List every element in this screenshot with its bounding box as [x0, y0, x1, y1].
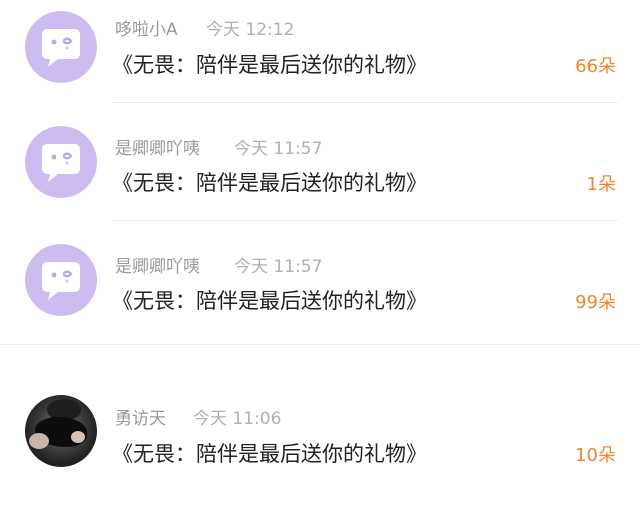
timestamp: 今天 11:06 — [193, 409, 282, 429]
user-avatar-photo[interactable] — [25, 395, 97, 467]
flower-count: 66朵 — [575, 56, 616, 77]
divider — [112, 220, 618, 221]
list-item[interactable]: 是卿卿吖咦 今天 11:57 《无畏：陪伴是最后送你的礼物》 99朵 — [0, 236, 640, 336]
divider — [112, 102, 618, 103]
timestamp: 今天 11:57 — [234, 257, 323, 277]
username[interactable]: 是卿卿吖咦 — [115, 134, 200, 159]
timestamp: 今天 12:12 — [206, 20, 295, 40]
gift-message: 《无畏：陪伴是最后送你的礼物》 — [112, 53, 427, 77]
username[interactable]: 是卿卿吖咦 — [115, 252, 200, 277]
list-item[interactable]: 勇访天 今天 11:06 《无畏：陪伴是最后送你的礼物》 10朵 — [0, 388, 640, 488]
username[interactable]: 勇访天 — [115, 404, 166, 429]
default-avatar-icon[interactable] — [25, 11, 97, 83]
list-item[interactable]: 哆啦小A 今天 12:12 《无畏：陪伴是最后送你的礼物》 66朵 — [0, 0, 640, 103]
list-item[interactable]: 是卿卿吖咦 今天 11:57 《无畏：陪伴是最后送你的礼物》 1朵 — [0, 118, 640, 221]
flower-count: 1朵 — [586, 174, 616, 195]
flower-count: 10朵 — [575, 445, 616, 466]
gift-message: 《无畏：陪伴是最后送你的礼物》 — [112, 289, 427, 313]
default-avatar-icon[interactable] — [25, 244, 97, 316]
gift-message: 《无畏：陪伴是最后送你的礼物》 — [112, 442, 427, 466]
default-avatar-icon[interactable] — [25, 126, 97, 198]
gift-message: 《无畏：陪伴是最后送你的礼物》 — [112, 171, 427, 195]
username[interactable]: 哆啦小A — [115, 15, 178, 40]
flower-count: 99朵 — [575, 292, 616, 313]
timestamp: 今天 11:57 — [234, 139, 323, 159]
section-divider — [0, 344, 640, 345]
